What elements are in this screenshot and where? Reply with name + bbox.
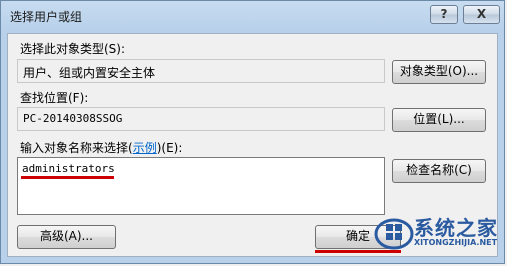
watermark-text: 系统之家 xyxy=(414,216,498,240)
examples-link[interactable]: 示例 xyxy=(133,141,157,155)
advanced-button[interactable]: 高级(A)... xyxy=(17,225,116,249)
location-label: 查找位置(F): xyxy=(20,91,89,105)
object-types-button[interactable]: 对象类型(O)... xyxy=(392,60,486,84)
annotation-underline-input xyxy=(21,176,114,179)
object-type-label: 选择此对象类型(S): xyxy=(20,42,126,56)
object-names-label-suffix: )(E): xyxy=(156,141,183,155)
object-names-label-prefix: 输入对象名称来选择( xyxy=(20,141,133,155)
close-button[interactable]: X xyxy=(463,5,500,24)
site-watermark: 系统之家 XITONGZHIJIA.NET xyxy=(374,210,506,258)
location-field: PC-20140308SSOG xyxy=(17,107,385,131)
watermark-logo-icon xyxy=(374,218,414,250)
title-bar: 选择用户或组 ? X xyxy=(1,1,504,31)
object-names-input[interactable]: administrators xyxy=(17,157,385,215)
object-names-label: 输入对象名称来选择(示例)(E): xyxy=(20,139,182,156)
check-names-button[interactable]: 检查名称(C) xyxy=(392,159,486,183)
object-type-field: 用户、组或内置安全主体 xyxy=(17,59,385,83)
object-names-value: administrators xyxy=(22,162,115,175)
watermark-url: XITONGZHIJIA.NET xyxy=(414,238,498,247)
help-button[interactable]: ? xyxy=(430,5,458,24)
select-users-dialog: 选择用户或组 ? X 选择此对象类型(S): 用户、组或内置安全主体 对象类型(… xyxy=(0,0,505,264)
dialog-title: 选择用户或组 xyxy=(10,10,83,24)
locations-button[interactable]: 位置(L)... xyxy=(392,108,486,132)
